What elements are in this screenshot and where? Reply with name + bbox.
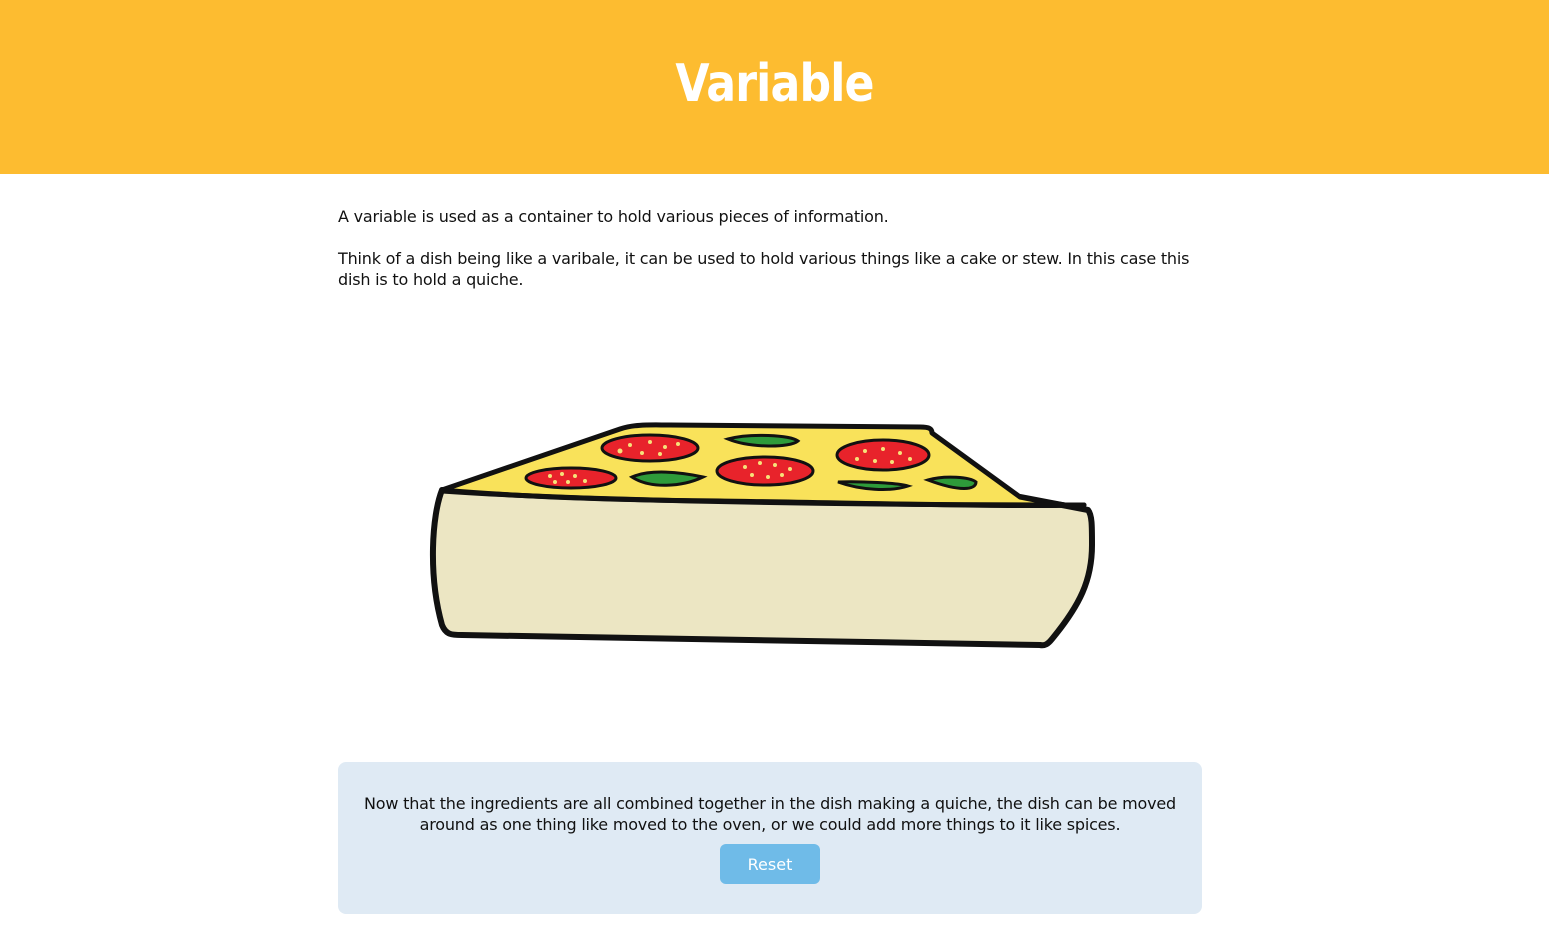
info-text: Now that the ingredients are all combine… — [364, 794, 1176, 834]
intro-paragraph: A variable is used as a container to hol… — [338, 207, 889, 226]
tomato-slice — [715, 455, 815, 487]
page-header: Variable — [0, 0, 1549, 174]
tomato-slice — [600, 433, 700, 463]
reset-button[interactable]: Reset — [720, 844, 820, 884]
tomato-slice — [835, 438, 931, 472]
quiche-illustration — [430, 422, 1095, 649]
info-box: Now that the ingredients are all combine… — [338, 762, 1202, 914]
analogy-paragraph: Think of a dish being like a varibale, i… — [338, 249, 1190, 289]
page-title: Variable — [675, 54, 874, 114]
quiche-crust — [430, 487, 1095, 649]
tomato-slice — [524, 466, 618, 490]
